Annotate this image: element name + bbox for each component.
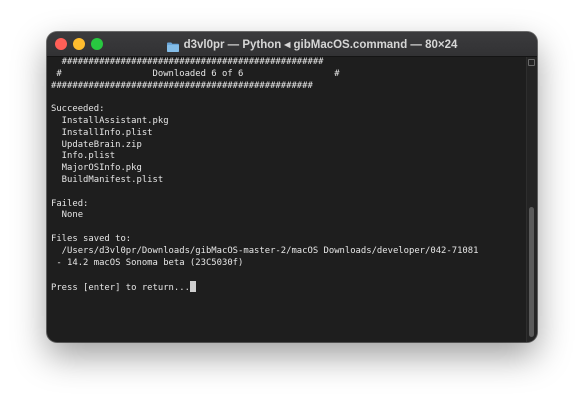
window-title-group: d3vl0pr — Python ◂ gibMacOS.command — 80…	[117, 32, 507, 56]
terminal-line: Failed:	[51, 198, 89, 209]
text-cursor	[189, 281, 196, 293]
terminal-output[interactable]: ########################################…	[47, 57, 527, 342]
terminal-line: MajorOSInfo.pkg	[51, 163, 142, 174]
terminal-line: None	[51, 210, 84, 221]
title-bar[interactable]: d3vl0pr — Python ◂ gibMacOS.command — 80…	[47, 32, 537, 57]
minimize-button[interactable]	[73, 38, 85, 50]
terminal-line: Succeeded:	[51, 104, 105, 115]
prompt-text: Press [enter] to return...	[51, 283, 190, 293]
terminal-line: Info.plist	[51, 151, 116, 162]
vertical-scrollbar[interactable]	[526, 57, 537, 342]
terminal-window: d3vl0pr — Python ◂ gibMacOS.command — 80…	[47, 32, 537, 342]
terminal-line: # Downloaded 6 of 6 #	[51, 68, 340, 79]
terminal-line: UpdateBrain.zip	[51, 139, 142, 150]
scroll-thumb[interactable]	[529, 207, 534, 337]
terminal-line: InstallAssistant.pkg	[51, 115, 169, 126]
terminal-line: ########################################…	[51, 80, 313, 91]
close-button[interactable]	[55, 38, 67, 50]
folder-icon	[166, 39, 179, 52]
terminal-line: - 14.2 macOS Sonoma beta (23C5030f)	[51, 257, 244, 268]
window-title: d3vl0pr — Python ◂ gibMacOS.command — 80…	[183, 39, 458, 51]
zoom-button[interactable]	[91, 38, 103, 50]
terminal-line: Files saved to:	[51, 233, 132, 244]
terminal-line: /Users/d3vl0pr/Downloads/gibMacOS-master…	[51, 245, 479, 256]
scroll-up-icon[interactable]	[528, 59, 535, 66]
terminal-line: InstallInfo.plist	[51, 127, 153, 138]
terminal-line: BuildManifest.plist	[51, 174, 164, 185]
prompt-line: Press [enter] to return...	[51, 281, 527, 293]
terminal-line: ########################################…	[51, 57, 324, 67]
